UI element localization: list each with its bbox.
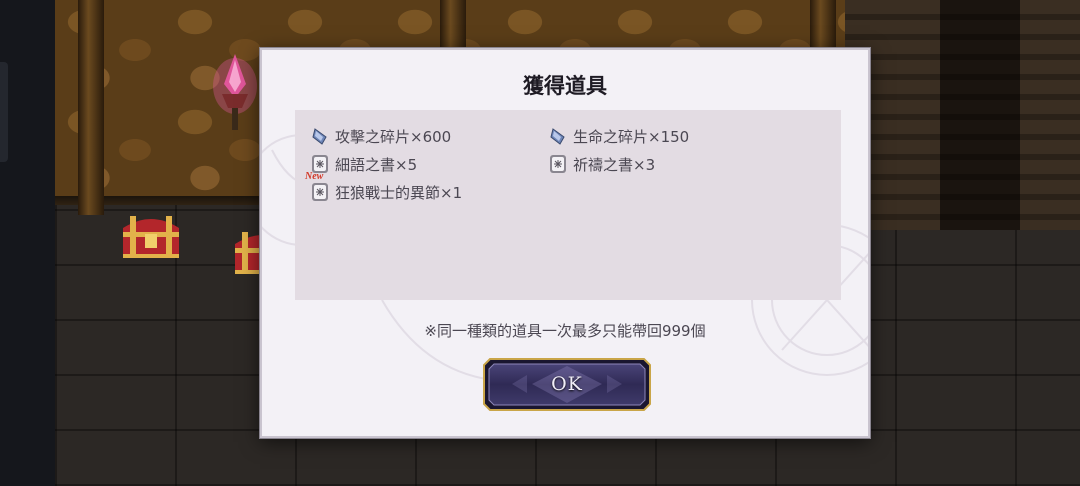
stairs-shadow <box>940 0 1020 230</box>
item-acquired-dialog: 獲得道具 攻擊之碎片×600 生命之碎片×150 細語之書×5 祈禱之書×3 N… <box>260 48 870 438</box>
life-shard-icon <box>547 125 569 147</box>
item-label: 祈禱之書×3 <box>573 155 656 174</box>
crystal-torch-icon <box>212 50 258 130</box>
item-label: 攻擊之碎片×600 <box>335 127 452 146</box>
capacity-note: ※同一種類的道具一次最多只能帶回999個 <box>424 322 706 340</box>
ok-button-label[interactable]: OK <box>482 357 652 412</box>
attack-shard-icon <box>309 125 331 147</box>
item-label: 生命之碎片×150 <box>573 127 690 146</box>
list-item: New 狂狼戰士的異節×1 <box>305 172 463 204</box>
list-item: 細語之書×5 <box>309 152 417 176</box>
book-icon <box>547 153 569 175</box>
list-item: 生命之碎片×150 <box>547 124 689 148</box>
side-edge-tab[interactable] <box>0 62 8 162</box>
item-label: 細語之書×5 <box>335 155 418 174</box>
acquired-items-panel: 攻擊之碎片×600 生命之碎片×150 細語之書×5 祈禱之書×3 New 狂狼… <box>295 110 841 300</box>
list-item: 祈禱之書×3 <box>547 152 655 176</box>
item-label: 狂狼戰士的異節×1 <box>335 183 463 202</box>
book-icon: New <box>305 172 331 203</box>
new-badge: New <box>305 171 324 182</box>
side-edge-panel <box>0 0 55 486</box>
treasure-chest-icon[interactable] <box>120 210 182 260</box>
list-item: 攻擊之碎片×600 <box>309 124 451 148</box>
wall-pillar <box>78 0 104 215</box>
ok-button[interactable]: OK <box>482 357 652 412</box>
dialog-title: 獲得道具 <box>523 73 607 98</box>
